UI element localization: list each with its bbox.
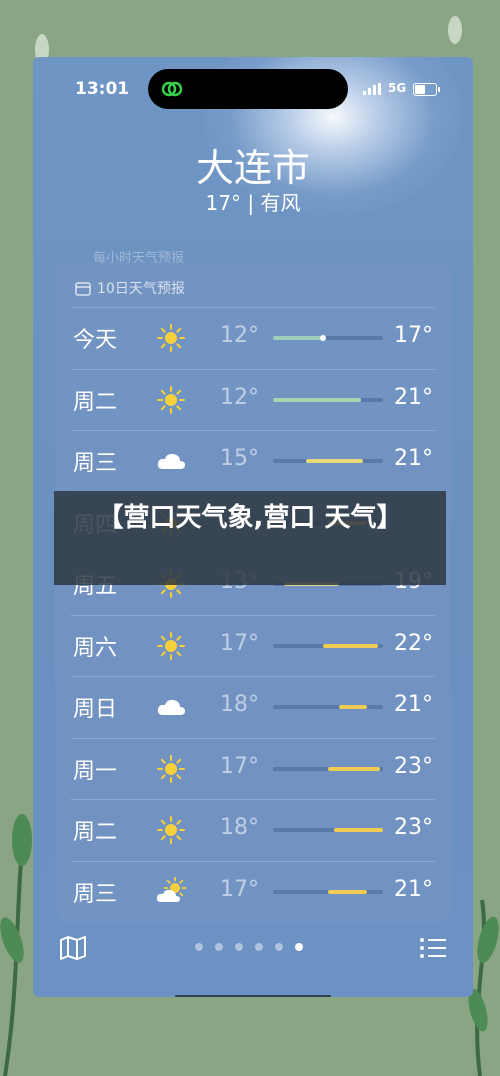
row-divider — [71, 860, 435, 862]
forecast-low: 18° — [220, 815, 259, 840]
forecast-low: 17° — [220, 876, 259, 902]
forecast-day: 周三 — [73, 451, 118, 476]
forecast-row[interactable]: 周二 12° 21° — [55, 368, 451, 431]
temperature-range-track — [273, 643, 383, 648]
forecast-day: 周一 — [73, 758, 118, 784]
battery-icon — [413, 83, 440, 96]
row-divider — [71, 368, 435, 370]
forecast-day: 周二 — [73, 389, 118, 415]
temperature-range-track — [273, 335, 383, 341]
page-dot[interactable] — [275, 943, 283, 951]
row-divider — [71, 737, 435, 739]
temperature-range-track — [273, 459, 383, 463]
temperature-range-track — [273, 766, 383, 771]
forecast-high: 22° — [394, 630, 433, 656]
forecast-day: 今天 — [73, 328, 118, 353]
cloud-icon — [155, 446, 187, 476]
forecast-day: 周二 — [73, 820, 118, 845]
forecast-row[interactable]: 今天 12° 17° — [55, 307, 451, 369]
temperature-range-bar — [339, 705, 367, 709]
forecast-day: 周日 — [73, 697, 118, 722]
temperature-range-track — [273, 889, 383, 894]
row-divider — [71, 799, 435, 800]
temperature-range-track — [273, 397, 383, 402]
temperature-range-track — [273, 705, 383, 709]
forecast-high: 21° — [394, 384, 433, 410]
sun-icon — [155, 323, 187, 353]
temperature-range-bar — [322, 643, 378, 648]
temperature-range-bar — [273, 336, 323, 340]
forecast-high: 21° — [394, 446, 433, 471]
calendar-icon — [75, 281, 91, 296]
forecast-low: 18° — [220, 692, 259, 717]
forecast-row[interactable]: 周三 15° 21° — [55, 430, 451, 492]
signal-icon — [363, 83, 381, 95]
network-label: 5G — [388, 81, 407, 95]
current-temp-dot — [319, 335, 326, 341]
status-bar: 13:01 5G — [33, 69, 473, 109]
forecast-low: 12° — [220, 384, 259, 410]
link-icon — [161, 81, 183, 97]
temperature-range-bar — [273, 397, 361, 402]
row-divider — [71, 676, 435, 677]
temperature-range-track — [273, 828, 383, 832]
list-icon[interactable] — [419, 937, 447, 959]
page-dot[interactable] — [195, 943, 203, 951]
page-dot[interactable] — [255, 943, 263, 951]
sun-icon — [155, 754, 187, 784]
row-divider — [71, 430, 435, 431]
page-dot[interactable] — [235, 943, 243, 951]
forecast-row[interactable]: 周六 17° 22° — [55, 614, 451, 677]
partly-cloudy-icon — [155, 876, 187, 907]
forecast-high: 21° — [394, 692, 433, 717]
forecast-low: 17° — [220, 630, 259, 656]
forecast-low: 17° — [220, 753, 259, 779]
forecast-low: 12° — [220, 323, 259, 348]
forecast-high: 23° — [394, 815, 433, 840]
forecast-high: 23° — [394, 753, 433, 779]
row-divider — [71, 307, 435, 308]
bottom-toolbar — [33, 929, 473, 969]
overlay-banner-title: 【营口天气象,营口 天气】 — [54, 491, 446, 585]
forecast-header: 10日天气预报 — [75, 278, 185, 298]
status-time: 13:01 — [75, 79, 130, 99]
forecast-title: 10日天气预报 — [97, 281, 185, 297]
ten-day-forecast-card[interactable]: 10日天气预报 今天 12° 17° 周二 12° 21° 周三 15° 21°… — [55, 262, 451, 922]
forecast-high: 17° — [394, 323, 433, 348]
forecast-low: 15° — [220, 446, 259, 471]
page-dot[interactable] — [215, 943, 223, 951]
map-icon[interactable] — [59, 935, 87, 961]
current-summary: 17° | 有风 — [205, 191, 301, 215]
page-dot[interactable] — [295, 943, 303, 951]
temperature-range-bar — [306, 459, 364, 463]
cloud-icon — [155, 692, 187, 722]
sun-icon — [155, 631, 187, 661]
forecast-row[interactable]: 周一 17° 23° — [55, 737, 451, 800]
forecast-day: 周六 — [73, 635, 118, 661]
forecast-row[interactable]: 周三 17° 21° — [55, 860, 451, 923]
row-divider — [71, 614, 435, 616]
temperature-range-bar — [333, 828, 383, 832]
home-indicator — [175, 995, 331, 997]
forecast-high: 21° — [394, 876, 433, 902]
forecast-day: 周三 — [73, 881, 118, 907]
page-indicator[interactable] — [195, 943, 303, 951]
temperature-range-bar — [328, 766, 380, 771]
sun-icon — [155, 815, 187, 845]
forecast-row[interactable]: 周日 18° 21° — [55, 676, 451, 738]
dynamic-island — [148, 69, 348, 109]
forecast-row[interactable]: 周二 18° 23° — [55, 799, 451, 861]
city-name: 大连市 — [195, 146, 310, 190]
temperature-range-bar — [328, 889, 367, 894]
sun-icon — [155, 385, 187, 415]
